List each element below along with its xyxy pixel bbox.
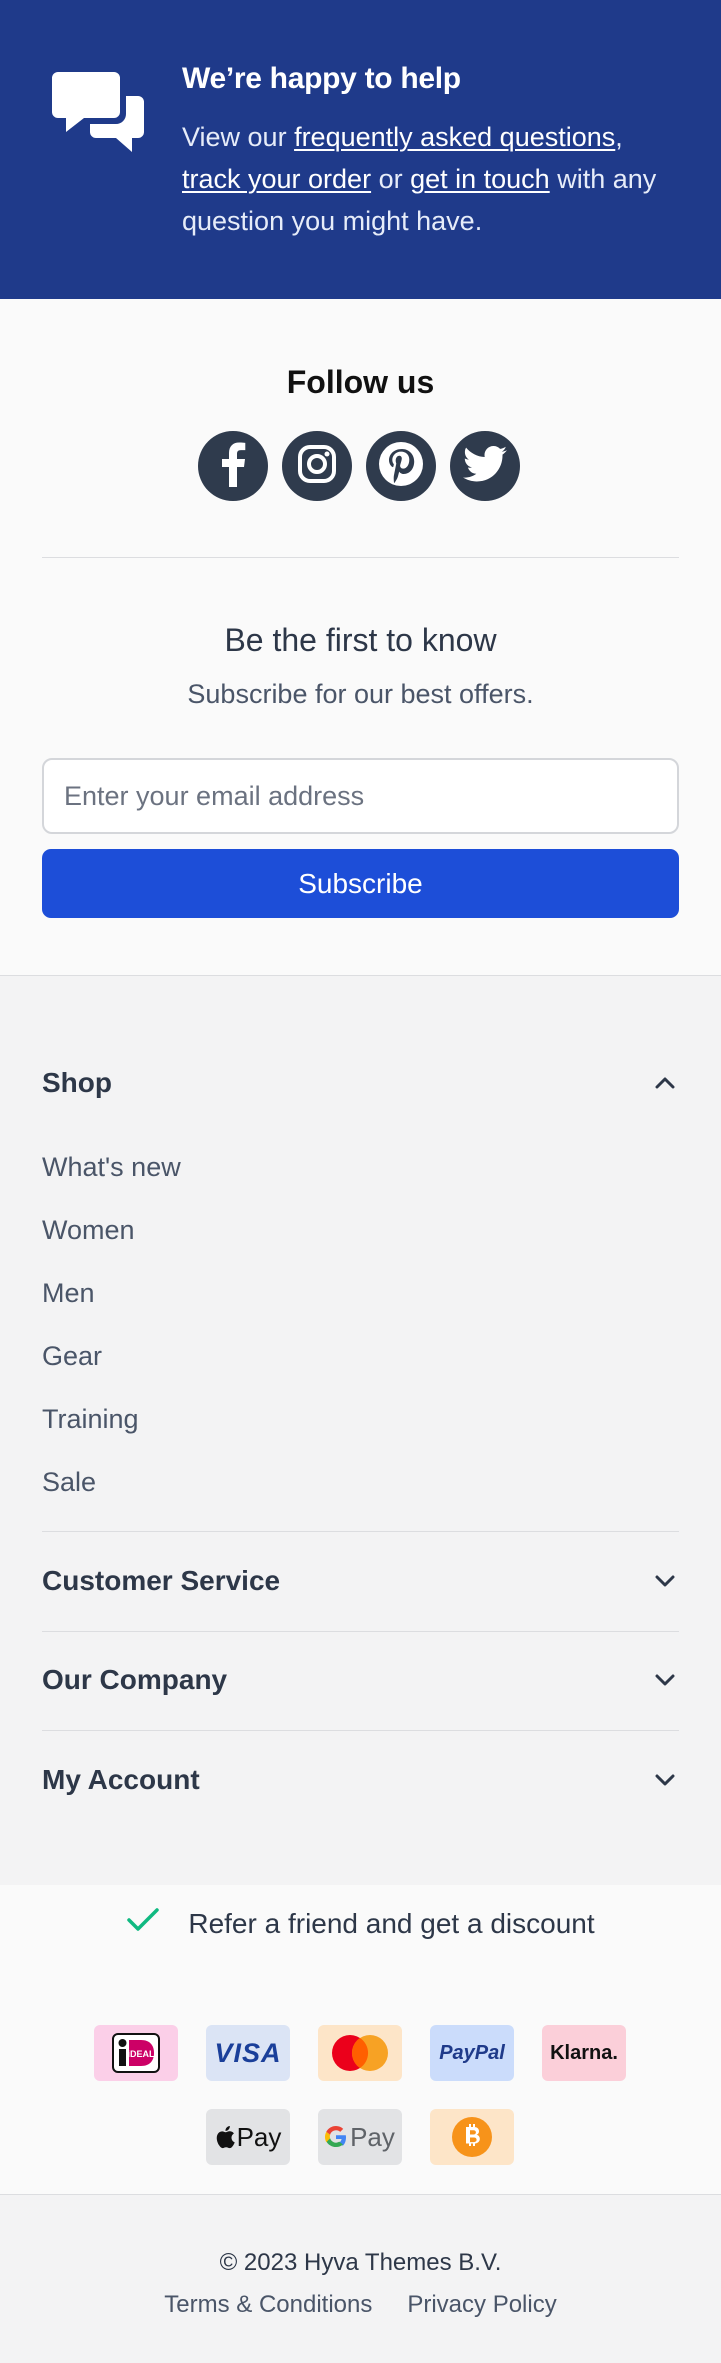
- customer-service-section-toggle[interactable]: Customer Service: [42, 1551, 679, 1611]
- apple-pay-text: Pay: [236, 2121, 282, 2152]
- facebook-icon: [218, 441, 248, 492]
- apple-pay-logo: Pay: [206, 2109, 290, 2165]
- twitter-icon: [462, 445, 507, 488]
- divider: [42, 1531, 679, 1532]
- track-order-link[interactable]: track your order: [182, 164, 371, 194]
- help-text-part: ,: [615, 122, 623, 152]
- bitcoin-icon: [452, 2117, 492, 2157]
- divider: [42, 1631, 679, 1632]
- our-company-title: Our Company: [42, 1664, 228, 1695]
- footer-links: Shop What's new Women Men Gear Training …: [0, 975, 721, 1885]
- newsletter-title: Be the first to know: [224, 622, 497, 658]
- chevron-down-icon: [651, 1766, 679, 1794]
- shop-link[interactable]: What's new: [42, 1152, 181, 1183]
- social-links: [198, 431, 520, 501]
- shop-link[interactable]: Sale: [42, 1467, 96, 1498]
- check-icon: [126, 1907, 160, 1940]
- follow-newsletter-section: Follow us Be the first to know Subscribe…: [0, 299, 721, 975]
- klarna-text: Klarna.: [550, 2041, 618, 2064]
- subscribe-button[interactable]: Subscribe: [42, 849, 679, 918]
- google-g-icon: [325, 2126, 347, 2147]
- google-pay-mark: Pay: [325, 2122, 395, 2153]
- klarna-logo: Klarna.: [542, 2025, 626, 2081]
- faq-link[interactable]: frequently asked questions: [294, 122, 615, 152]
- my-account-section-toggle[interactable]: My Account: [42, 1750, 679, 1810]
- refer-payments-section: Refer a friend and get a discount iDEAL …: [0, 1885, 721, 2195]
- divider: [42, 1730, 679, 1731]
- instagram-icon: [297, 444, 337, 489]
- refer-friend-link[interactable]: Refer a friend and get a discount: [188, 1908, 594, 1940]
- help-title: We’re happy to help: [182, 62, 461, 95]
- bitcoin-logo: [430, 2109, 514, 2165]
- mastercard-logo: [318, 2025, 402, 2081]
- shop-link[interactable]: Training: [42, 1404, 139, 1435]
- newsletter-subtitle: Subscribe for our best offers.: [187, 679, 534, 709]
- help-text: View our frequently asked questions, tra…: [182, 116, 682, 242]
- pinterest-icon: [378, 441, 424, 492]
- facebook-link[interactable]: [198, 431, 268, 501]
- chevron-down-icon: [651, 1666, 679, 1694]
- help-text-part: View our: [182, 122, 295, 152]
- shop-section-toggle[interactable]: Shop: [42, 1053, 679, 1113]
- ideal-logo: iDEAL: [94, 2025, 178, 2081]
- shop-link[interactable]: Gear: [42, 1341, 102, 1372]
- google-pay-text: Pay: [350, 2121, 395, 2152]
- legal-footer: © 2023 Hyva Themes B.V. Terms & Conditio…: [0, 2194, 721, 2363]
- our-company-section-toggle[interactable]: Our Company: [42, 1650, 679, 1710]
- apple-pay-mark: Pay: [215, 2121, 282, 2153]
- shop-link[interactable]: Women: [42, 1215, 135, 1246]
- chat-bubbles-icon: [52, 70, 144, 163]
- email-input[interactable]: [42, 758, 679, 834]
- paypal-logo: PayPal: [430, 2025, 514, 2081]
- shop-link[interactable]: Men: [42, 1278, 95, 1309]
- paypal-text: PayPal: [439, 2041, 505, 2064]
- visa-text: VISA: [214, 2037, 282, 2068]
- divider: [42, 557, 679, 558]
- copyright-text: © 2023 Hyva Themes B.V.: [219, 2249, 502, 2276]
- terms-link[interactable]: Terms & Conditions: [164, 2291, 372, 2319]
- instagram-link[interactable]: [282, 431, 352, 501]
- legal-links: Terms & Conditions Privacy Policy: [0, 2291, 721, 2319]
- shop-section-title: Shop: [42, 1067, 112, 1098]
- privacy-link[interactable]: Privacy Policy: [407, 2291, 556, 2319]
- apple-icon: [216, 2126, 235, 2149]
- pinterest-link[interactable]: [366, 431, 436, 501]
- help-banner: We’re happy to help View our frequently …: [0, 0, 721, 299]
- twitter-link[interactable]: [450, 431, 520, 501]
- my-account-title: My Account: [42, 1764, 200, 1795]
- contact-link[interactable]: get in touch: [410, 164, 550, 194]
- follow-title: Follow us: [286, 364, 435, 400]
- chevron-down-icon: [651, 1567, 679, 1595]
- visa-logo: VISA: [206, 2025, 290, 2081]
- customer-service-title: Customer Service: [42, 1565, 281, 1596]
- chevron-up-icon: [651, 1069, 679, 1097]
- refer-banner: Refer a friend and get a discount: [0, 1907, 721, 1940]
- help-text-part: or: [371, 164, 411, 194]
- svg-text:iDEAL: iDEAL: [128, 2049, 156, 2059]
- google-pay-logo: Pay: [318, 2109, 402, 2165]
